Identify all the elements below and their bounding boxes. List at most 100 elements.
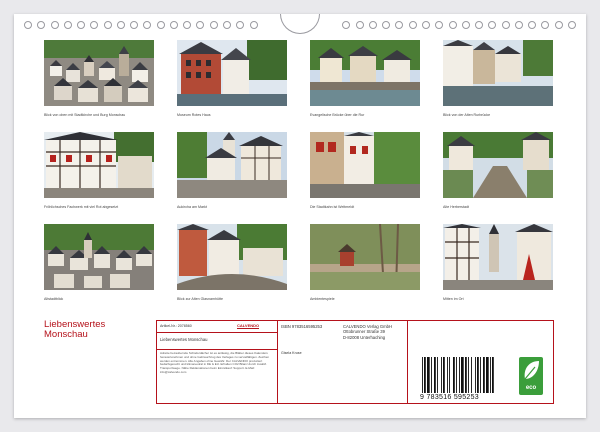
legal-description: Adrette bezaubernde Schieferdächer ist e…	[160, 351, 270, 374]
binding-ring	[461, 21, 470, 29]
binding-ring	[103, 21, 112, 29]
photo-cell: Blick von oben mit Stadtkirche und Burg …	[44, 40, 154, 118]
barcode	[422, 357, 494, 393]
photo-glashuette	[177, 224, 287, 290]
barcode-bar	[453, 357, 455, 393]
binding-ring	[196, 21, 205, 29]
photo-caption: Die Stadtkahn ist Weltmeldt	[310, 205, 355, 209]
photo-mitten-im-ort	[443, 224, 553, 290]
photo-cell: Aukircha am Markt	[177, 132, 287, 210]
photo-rotes-haus	[177, 40, 287, 106]
photo-monschau-overview	[44, 40, 154, 106]
binding-ring	[90, 21, 99, 29]
photo-caption: Museum Rotes Haus	[177, 113, 211, 117]
barcode-bar	[468, 357, 469, 393]
barcode-bar	[424, 357, 426, 393]
binding-ring	[116, 21, 125, 29]
binding-ring	[528, 21, 537, 29]
photo-cell: Museum Rotes Haus	[177, 40, 287, 118]
product-info-box: Artikel-Nr.: 2078560 CALVENDO Liebenswer…	[156, 320, 554, 404]
photo-cell: Evangelische Brücke über die Rur	[310, 40, 420, 118]
binding-ring	[63, 21, 72, 29]
photo-caption: Blick von oben mit Stadtkirche und Burg …	[44, 113, 126, 117]
photo-ambientespiele	[310, 223, 420, 291]
binding-ring	[475, 21, 484, 29]
binding-ring	[342, 21, 351, 29]
barcode-bar	[486, 357, 489, 393]
calvendo-logo: CALVENDO	[237, 323, 260, 329]
eco-label: eco	[525, 385, 537, 391]
barcode-bar	[477, 357, 479, 393]
photo-cell: Altstadtblick	[44, 224, 154, 302]
divider	[277, 321, 278, 404]
binding-ring	[143, 21, 152, 29]
binding-ring	[554, 21, 563, 29]
info-calendar-title: Liebenswertes Monschau	[160, 337, 208, 342]
binding-ring	[183, 21, 192, 29]
photo-caption: Fröhlichsches Fachwerk mit viel Rot abge…	[44, 205, 119, 209]
binding-ring	[567, 21, 576, 29]
binding-ring	[24, 21, 32, 29]
divider	[157, 332, 277, 333]
barcode-bar	[456, 357, 457, 393]
divider	[157, 349, 277, 350]
photo-alte-rurbruecke	[443, 40, 553, 106]
binding-ring	[77, 21, 86, 29]
binding-ring	[236, 21, 245, 29]
binding-ring	[488, 21, 497, 29]
photo-cell: Mitten im Ort	[443, 224, 553, 302]
photo-caption: Alte Herberstadt	[443, 205, 469, 209]
binding-ring	[395, 21, 404, 29]
barcode-bar	[471, 357, 472, 393]
photo-cell: Die Stadtkahn ist Weltmeldt	[310, 132, 420, 210]
binding-ring	[169, 21, 178, 29]
binding-ring	[421, 21, 430, 29]
barcode-bar	[480, 357, 481, 393]
barcode-bar	[465, 357, 467, 393]
photo-bruecke-rur	[310, 40, 420, 106]
publisher-city: D-82008 Unterhaching	[343, 334, 386, 340]
article-number: Artikel-Nr.: 2078560	[160, 324, 192, 328]
barcode-bar	[434, 357, 436, 393]
barcode-bar	[441, 357, 442, 393]
eco-badge: eco	[519, 357, 543, 395]
barcode-bar	[492, 357, 494, 393]
photo-fachwerk-rot	[44, 132, 154, 198]
barcode-bar	[443, 357, 445, 393]
photo-caption: Altstadtblick	[44, 297, 64, 301]
barcode-bar	[483, 357, 485, 393]
photo-caption: Mitten im Ort	[443, 297, 464, 301]
photo-cell: Fröhlichsches Fachwerk mit viel Rot abge…	[44, 132, 154, 210]
barcode-bar	[447, 357, 448, 393]
barcode-bar	[431, 357, 432, 393]
binding-ring	[448, 21, 457, 29]
binding-ring	[408, 21, 417, 29]
photo-cell: Blick von der Alten Rurbrücke	[443, 40, 553, 118]
binding-ring	[222, 21, 231, 29]
binding-ring	[209, 21, 218, 29]
barcode-bar	[490, 357, 491, 393]
divider	[407, 321, 408, 404]
barcode-bar	[437, 357, 438, 393]
photo-caption: Aukircha am Markt	[177, 205, 207, 209]
calendar-back-page: Blick von oben mit Stadtkirche und Burg …	[14, 14, 586, 418]
binding-ring	[355, 21, 364, 29]
binding-ring	[156, 21, 165, 29]
author: Gisela Kruse	[281, 351, 302, 355]
photo-altstadtblick	[44, 224, 154, 290]
binding-ring	[130, 21, 139, 29]
photo-caption: Evangelische Brücke über die Rur	[310, 113, 365, 117]
barcode-bar	[422, 357, 423, 393]
binding-ring	[37, 21, 46, 29]
binding-ring	[541, 21, 550, 29]
calendar-title: Liebenswertes Monschau	[44, 320, 105, 340]
barcode-number: 9 783516 595253	[420, 394, 479, 401]
photo-cell: Blick zur Alten Glasnamhütte	[177, 224, 287, 302]
barcode-bar	[459, 357, 460, 393]
isbn: ISBN 9783516595253	[281, 324, 323, 329]
barcode-bar	[449, 357, 450, 393]
photo-alte-herberge	[443, 132, 553, 198]
barcode-bar	[475, 357, 476, 393]
binding-ring	[514, 21, 523, 29]
photo-caption: Ambientespiele	[310, 297, 335, 301]
